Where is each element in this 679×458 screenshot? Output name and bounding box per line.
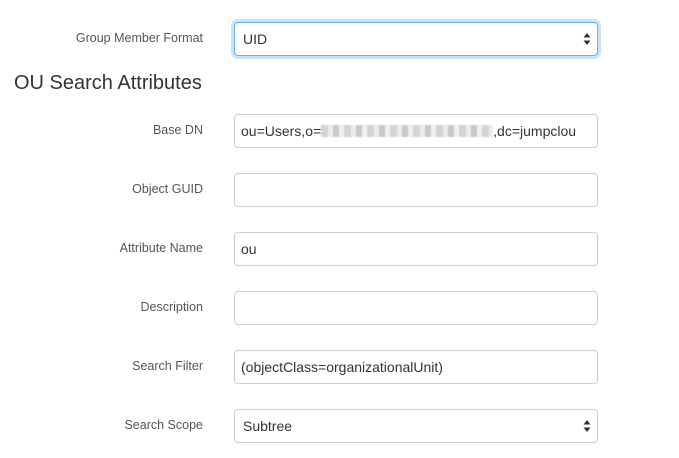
description-label: Description: [140, 300, 203, 314]
search-scope-select[interactable]: Subtree: [234, 409, 598, 443]
base-dn-label: Base DN: [152, 123, 203, 137]
search-scope-value: Subtree: [243, 418, 293, 434]
attribute-name-input[interactable]: ou: [234, 232, 598, 266]
ldap-settings-form: Group Member Format UID OU Search Attrib…: [0, 0, 679, 458]
search-filter-value: (objectClass=organizationalUnit): [241, 359, 443, 375]
object-guid-input[interactable]: [234, 173, 598, 207]
attribute-name-row: Attribute Name ou: [0, 232, 679, 266]
object-guid-label: Object GUID: [132, 182, 203, 196]
base-dn-row: Base DN ou=Users,o= ,dc=jumpclou: [0, 114, 679, 148]
redacted-blur: [321, 124, 494, 137]
select-arrows-icon: [583, 33, 591, 45]
attribute-name-value: ou: [241, 241, 257, 257]
ou-search-attributes-heading: OU Search Attributes: [14, 72, 202, 94]
search-filter-label: Search Filter: [132, 359, 203, 373]
description-input[interactable]: [234, 291, 598, 325]
group-member-format-row: Group Member Format UID: [0, 22, 679, 56]
base-dn-input[interactable]: ou=Users,o= ,dc=jumpclou: [234, 114, 598, 148]
group-member-format-label: Group Member Format: [75, 31, 203, 45]
search-filter-input[interactable]: (objectClass=organizationalUnit): [234, 350, 598, 384]
search-scope-label: Search Scope: [124, 418, 203, 432]
search-filter-row: Search Filter (objectClass=organizationa…: [0, 350, 679, 384]
attribute-name-label: Attribute Name: [119, 241, 203, 255]
select-arrows-icon: [583, 420, 591, 432]
search-scope-row: Search Scope Subtree: [0, 409, 679, 443]
description-row: Description: [0, 291, 679, 325]
group-member-format-value: UID: [243, 31, 268, 47]
base-dn-value-prefix: ou=Users,o=: [241, 123, 322, 139]
base-dn-value-suffix: ,dc=jumpclou: [493, 123, 577, 139]
object-guid-row: Object GUID: [0, 173, 679, 207]
group-member-format-select[interactable]: UID: [234, 22, 598, 56]
